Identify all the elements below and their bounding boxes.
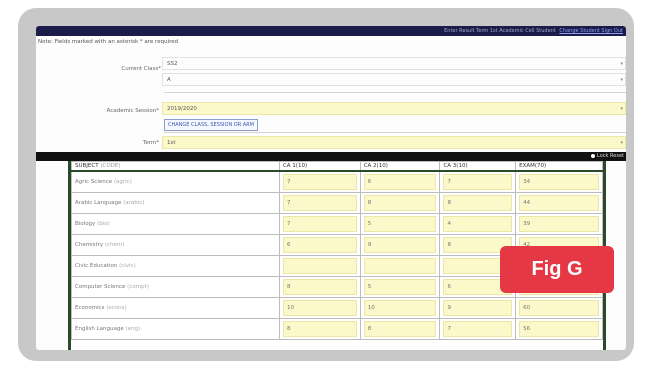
subject-cell: Biology (bio) bbox=[71, 212, 280, 235]
ca2-score-input[interactable]: 10 bbox=[363, 299, 437, 316]
exam-cell: 56 bbox=[515, 317, 603, 340]
term-label: Term* bbox=[142, 140, 159, 146]
exam-score-input[interactable]: 60 bbox=[519, 299, 599, 316]
subject-cell: Chemistry (chem) bbox=[71, 233, 280, 256]
ca2-cell: 6 bbox=[359, 170, 441, 193]
ca2-cell: 10 bbox=[359, 296, 441, 319]
ca2-cell: 5 bbox=[359, 275, 441, 298]
table-header-row: SUBJECT (CODE) CA 1(10) CA 2(10) CA 3(10… bbox=[71, 161, 603, 172]
ca2-cell bbox=[359, 254, 441, 277]
ca2-cell: 9 bbox=[359, 233, 441, 256]
header-ca1: CA 1(10) bbox=[278, 161, 361, 172]
form-divider bbox=[164, 92, 626, 93]
exam-cell: 34 bbox=[515, 170, 603, 193]
chevron-down-icon: ▾ bbox=[620, 140, 623, 146]
ca2-cell: 8 bbox=[359, 191, 441, 214]
top-nav-bar: Enter Result Term 1st Academic Cell Stud… bbox=[36, 26, 626, 36]
exam-score-input[interactable]: 39 bbox=[519, 215, 599, 232]
figure-label-badge: Fig G bbox=[500, 246, 614, 293]
exam-score-input[interactable]: 34 bbox=[519, 173, 599, 190]
ca3-score-input[interactable]: 9 bbox=[443, 299, 513, 316]
term-value: 1st bbox=[167, 140, 176, 146]
lock-reset-toggle[interactable]: Lock Reset bbox=[591, 152, 624, 161]
exam-cell: 60 bbox=[515, 296, 603, 319]
ca1-cell: 7 bbox=[278, 212, 361, 235]
chevron-down-icon: ▾ bbox=[620, 106, 623, 112]
arm-select[interactable]: A ▾ bbox=[162, 73, 626, 86]
header-ca2: CA 2(10) bbox=[359, 161, 441, 172]
radio-icon bbox=[591, 153, 596, 158]
ca2-score-input[interactable]: 8 bbox=[363, 194, 437, 211]
subject-cell: Economics (econs) bbox=[71, 296, 280, 319]
current-class-label: Current Class* bbox=[121, 66, 161, 72]
ca1-cell: 8 bbox=[278, 275, 361, 298]
table-row: Biology (bio) 7 5 4 39 bbox=[71, 212, 603, 235]
academic-session-label: Academic Session* bbox=[106, 108, 159, 114]
ca3-score-input[interactable]: 4 bbox=[443, 215, 513, 232]
table-toolbar: Lock Reset bbox=[36, 152, 626, 161]
form-divider bbox=[164, 132, 626, 133]
ca1-cell: 7 bbox=[278, 170, 361, 193]
academic-session-select[interactable]: 2019/2020 ▾ bbox=[162, 102, 626, 115]
ca3-cell: 4 bbox=[439, 212, 517, 235]
current-class-select[interactable]: SS2 ▾ bbox=[162, 57, 626, 70]
ca2-score-input[interactable]: 9 bbox=[363, 236, 437, 253]
ca1-score-input[interactable]: 7 bbox=[282, 173, 357, 190]
ca1-cell bbox=[278, 254, 361, 277]
ca1-score-input[interactable]: 7 bbox=[282, 215, 357, 232]
exam-cell: 44 bbox=[515, 191, 603, 214]
exam-score-input[interactable]: 56 bbox=[519, 320, 599, 337]
chevron-down-icon: ▾ bbox=[620, 77, 623, 83]
top-nav-text: Enter Result Term 1st Academic Cell Stud… bbox=[444, 28, 556, 34]
ca3-score-input[interactable]: 8 bbox=[443, 194, 513, 211]
ca1-cell: 6 bbox=[278, 233, 361, 256]
chevron-down-icon: ▾ bbox=[620, 61, 623, 67]
exam-cell: 39 bbox=[515, 212, 603, 235]
ca3-cell: 8 bbox=[439, 191, 517, 214]
academic-session-value: 2019/2020 bbox=[167, 106, 197, 112]
ca3-cell: 7 bbox=[439, 170, 517, 193]
header-ca3: CA 3(10) bbox=[439, 161, 517, 172]
table-row: Arabic Language (arabic) 7 8 8 44 bbox=[71, 191, 603, 214]
required-fields-note: Note: Fields marked with an asterisk * a… bbox=[38, 39, 179, 45]
ca1-score-input[interactable]: 8 bbox=[282, 278, 357, 295]
arm-value: A bbox=[167, 77, 171, 83]
subject-cell: Civic Education (civic) bbox=[71, 254, 280, 277]
table-row: Economics (econs) 10 10 9 60 bbox=[71, 296, 603, 319]
table-row: English Language (eng) 8 8 7 56 bbox=[71, 317, 603, 340]
ca1-score-input[interactable] bbox=[282, 257, 357, 274]
ca1-cell: 7 bbox=[278, 191, 361, 214]
ca1-score-input[interactable]: 7 bbox=[282, 194, 357, 211]
subject-cell: Agric Science (agric) bbox=[71, 170, 280, 193]
ca3-cell: 7 bbox=[439, 317, 517, 340]
ca2-score-input[interactable]: 5 bbox=[363, 278, 437, 295]
ca1-cell: 10 bbox=[278, 296, 361, 319]
ca2-score-input[interactable]: 6 bbox=[363, 173, 437, 190]
table-row: Agric Science (agric) 7 6 7 34 bbox=[71, 170, 603, 193]
ca2-cell: 5 bbox=[359, 212, 441, 235]
header-subject: SUBJECT (CODE) bbox=[71, 161, 280, 172]
ca3-cell: 9 bbox=[439, 296, 517, 319]
current-class-value: SS2 bbox=[167, 61, 178, 67]
lock-reset-label: Lock Reset bbox=[597, 153, 624, 159]
ca1-score-input[interactable]: 8 bbox=[282, 320, 357, 337]
ca3-score-input[interactable]: 7 bbox=[443, 173, 513, 190]
subject-cell: Arabic Language (arabic) bbox=[71, 191, 280, 214]
exam-score-input[interactable]: 44 bbox=[519, 194, 599, 211]
subject-cell: English Language (eng) bbox=[71, 317, 280, 340]
ca2-score-input[interactable]: 8 bbox=[363, 320, 437, 337]
ca3-score-input[interactable]: 7 bbox=[443, 320, 513, 337]
header-exam: EXAM(70) bbox=[515, 161, 603, 172]
term-select[interactable]: 1st ▾ bbox=[162, 136, 626, 149]
ca1-score-input[interactable]: 6 bbox=[282, 236, 357, 253]
change-student-link[interactable]: Change Student Sign Out bbox=[559, 28, 623, 34]
ca1-score-input[interactable]: 10 bbox=[282, 299, 357, 316]
screenshot-area: Enter Result Term 1st Academic Cell Stud… bbox=[36, 26, 626, 350]
ca1-cell: 8 bbox=[278, 317, 361, 340]
ca2-score-input[interactable] bbox=[363, 257, 437, 274]
ca2-score-input[interactable]: 5 bbox=[363, 215, 437, 232]
change-class-session-arm-button[interactable]: CHANGE CLASS, SESSION OR ARM bbox=[164, 119, 259, 131]
subject-cell: Computer Science (compt) bbox=[71, 275, 280, 298]
ca2-cell: 8 bbox=[359, 317, 441, 340]
